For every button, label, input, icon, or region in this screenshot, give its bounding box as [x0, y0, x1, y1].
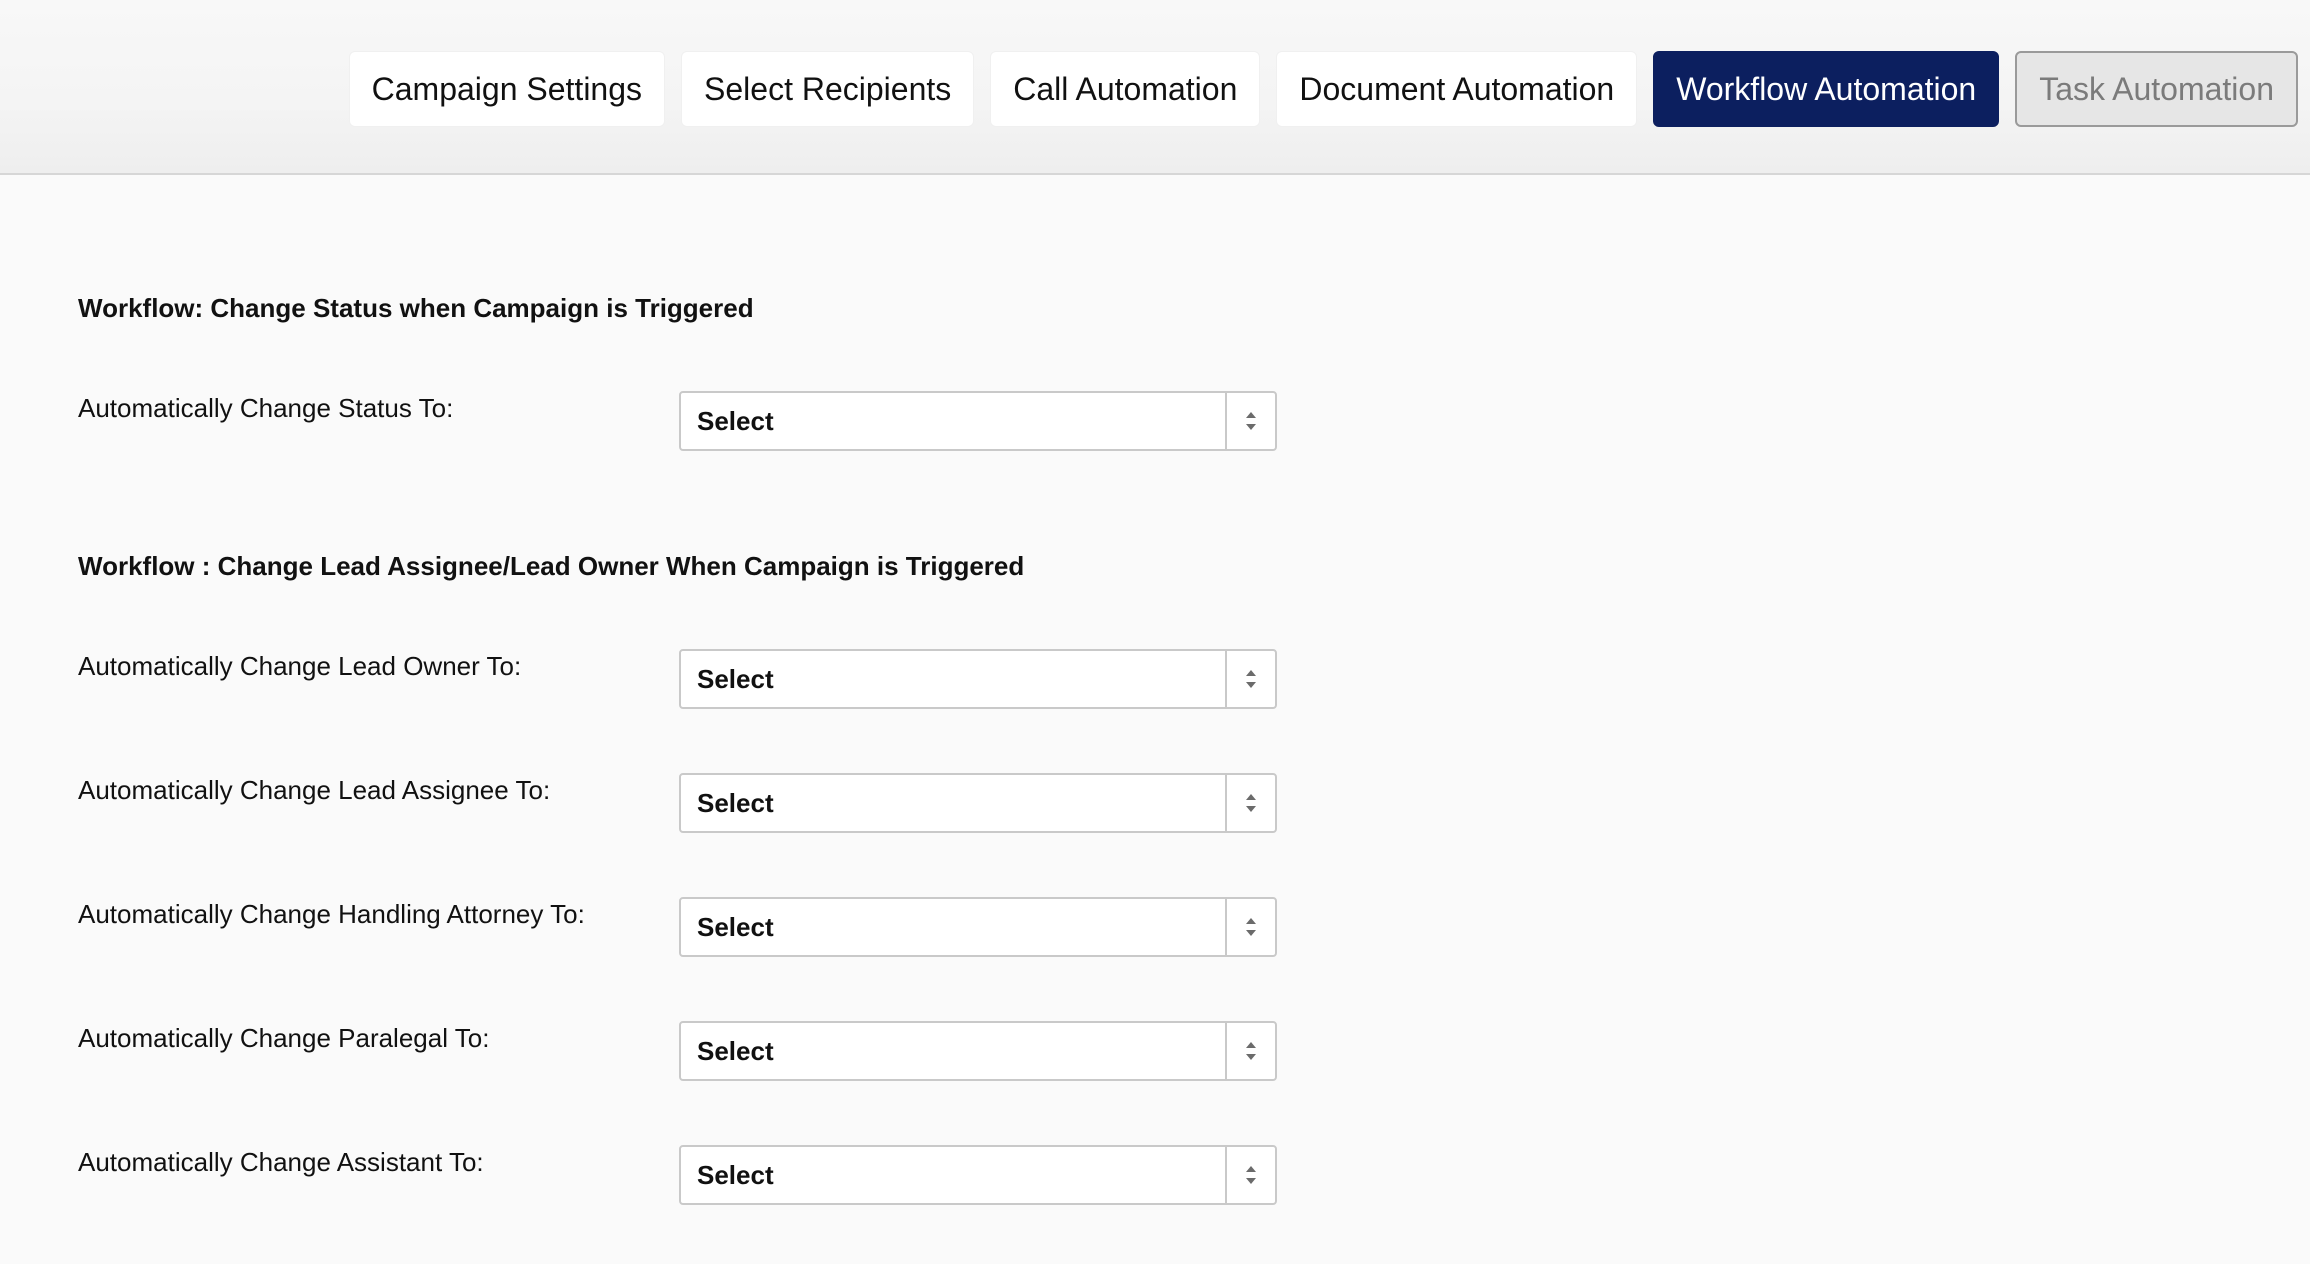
field-label-status: Automatically Change Status To:	[78, 393, 454, 423]
handling-attorney-select[interactable]: Select	[679, 897, 1277, 957]
up-down-arrows-icon	[1225, 393, 1275, 449]
tab-campaign-settings[interactable]: Campaign Settings	[348, 51, 666, 127]
tab-document-automation[interactable]: Document Automation	[1276, 51, 1638, 127]
paralegal-select-value: Select	[697, 1035, 774, 1066]
field-label-lead-owner: Automatically Change Lead Owner To:	[78, 651, 522, 681]
assistant-select-value: Select	[697, 1159, 774, 1190]
status-select[interactable]: Select	[679, 391, 1277, 451]
lead-owner-select[interactable]: Select	[679, 649, 1277, 709]
lead-assignee-select-value: Select	[697, 787, 774, 818]
field-label-handling-attorney: Automatically Change Handling Attorney T…	[78, 899, 585, 929]
lead-owner-select-value: Select	[697, 663, 774, 694]
section-title-change-assignee: Workflow : Change Lead Assignee/Lead Own…	[78, 551, 1025, 581]
tab-select-recipients[interactable]: Select Recipients	[681, 51, 975, 127]
up-down-arrows-icon	[1225, 1147, 1275, 1203]
up-down-arrows-icon	[1225, 651, 1275, 707]
tab-task-automation[interactable]: Task Automation	[2015, 51, 2298, 127]
section-title-change-status: Workflow: Change Status when Campaign is…	[78, 293, 754, 323]
field-label-assistant: Automatically Change Assistant To:	[78, 1147, 484, 1177]
tab-workflow-automation[interactable]: Workflow Automation	[1653, 51, 2000, 127]
up-down-arrows-icon	[1225, 775, 1275, 831]
tab-bar: Campaign Settings Select Recipients Call…	[348, 51, 2298, 127]
field-label-paralegal: Automatically Change Paralegal To:	[78, 1023, 490, 1053]
handling-attorney-select-value: Select	[697, 911, 774, 942]
up-down-arrows-icon	[1225, 899, 1275, 955]
tab-call-automation[interactable]: Call Automation	[990, 51, 1261, 127]
field-label-lead-assignee: Automatically Change Lead Assignee To:	[78, 775, 551, 805]
assistant-select[interactable]: Select	[679, 1145, 1277, 1205]
top-navigation-bar: Campaign Settings Select Recipients Call…	[0, 0, 2310, 175]
paralegal-select[interactable]: Select	[679, 1021, 1277, 1081]
up-down-arrows-icon	[1225, 1023, 1275, 1079]
lead-assignee-select[interactable]: Select	[679, 773, 1277, 833]
status-select-value: Select	[697, 405, 774, 436]
